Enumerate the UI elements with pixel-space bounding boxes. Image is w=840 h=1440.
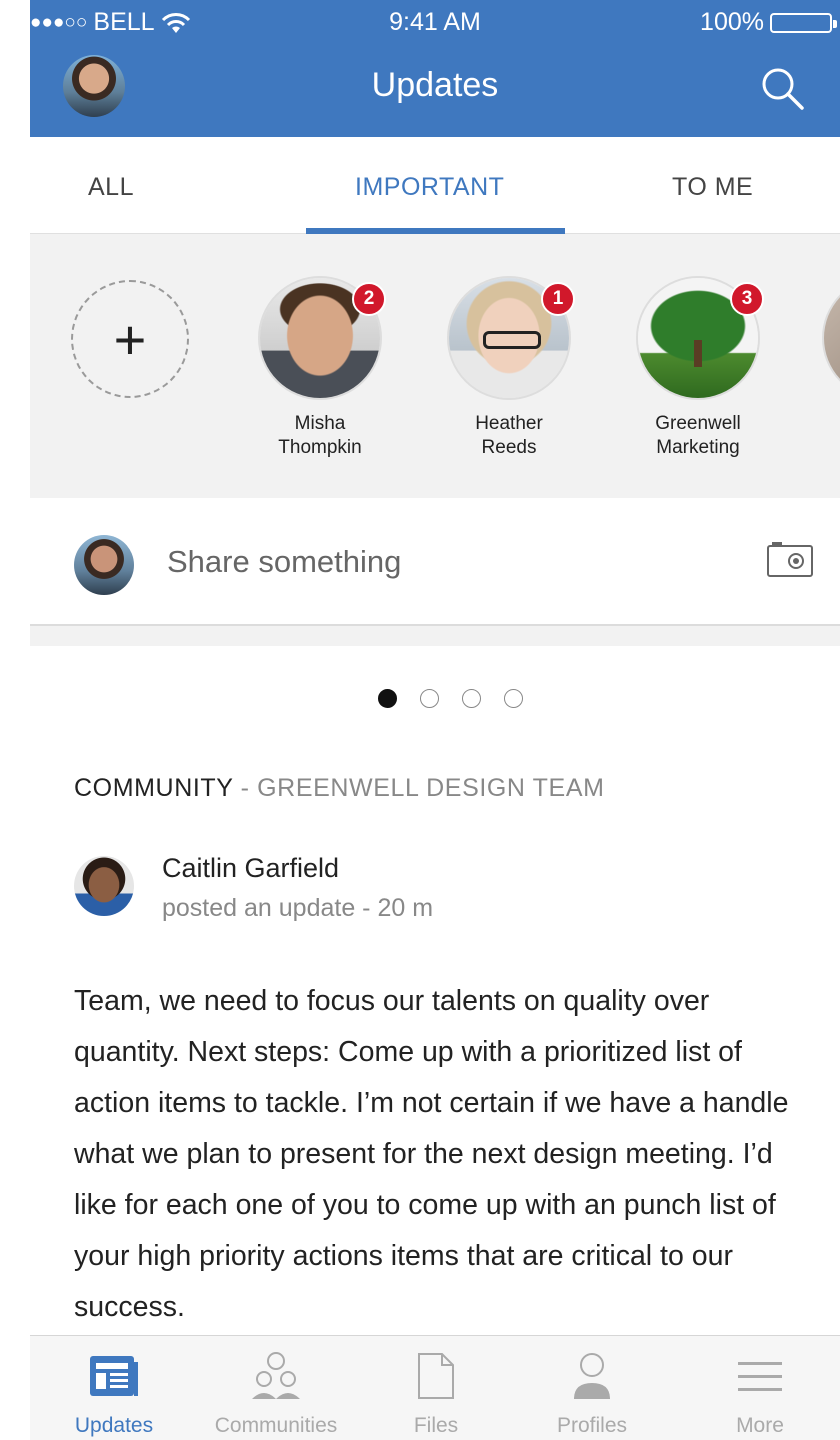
post-body: Team, we need to focus our talents on qu…: [74, 985, 789, 1323]
story-avatar: 2: [258, 276, 386, 400]
story-avatar: 3: [636, 276, 764, 400]
nav-label: Profiles: [556, 1414, 628, 1437]
story-name: Greenwell Marketing: [633, 412, 763, 460]
story-partial[interactable]: [822, 276, 840, 400]
story-name-line1: Heather: [475, 413, 543, 434]
story-name-line1: Greenwell: [655, 413, 741, 434]
search-icon[interactable]: [758, 64, 806, 112]
nav-updates[interactable]: Updates: [39, 1350, 189, 1438]
tab-to-me[interactable]: TO ME: [672, 173, 753, 202]
page-dot[interactable]: [461, 689, 481, 708]
battery-status: 100%: [700, 8, 837, 37]
tab-important[interactable]: IMPORTANT: [355, 173, 504, 202]
unread-badge: 2: [352, 282, 386, 316]
author-name[interactable]: Caitlin Garfield: [162, 853, 339, 884]
story-name: Heather Reeds: [444, 412, 574, 460]
add-story-button[interactable]: +: [71, 280, 189, 398]
story-name-line2: Reeds: [481, 437, 537, 458]
post-meta: posted an update - 20 m: [162, 894, 434, 922]
unread-badge: 1: [541, 282, 575, 316]
story-name: Misha Thompkin: [255, 412, 385, 460]
unread-badge: 3: [730, 282, 764, 316]
tab-all[interactable]: ALL: [88, 173, 134, 202]
battery-percent: 100%: [700, 8, 764, 36]
communities-icon: [252, 1352, 300, 1399]
nav-communities[interactable]: Communities: [201, 1350, 351, 1438]
story-misha-thompkin[interactable]: 2 Misha Thompkin: [255, 276, 386, 460]
story-greenwell-marketing[interactable]: 3 Greenwell Marketing: [633, 276, 764, 460]
page-indicator: [30, 689, 840, 708]
community-name: GREENWELL DESIGN TEAM: [257, 774, 605, 802]
nav-label: Communities: [214, 1414, 338, 1437]
author-avatar[interactable]: [74, 856, 134, 916]
label-separator: -: [233, 774, 258, 802]
bottom-navigation: Updates Communities Files Profiles More: [30, 1335, 840, 1440]
page-dot-active[interactable]: [377, 689, 397, 708]
battery-icon: [770, 12, 837, 33]
profile-icon: [574, 1353, 610, 1399]
nav-files[interactable]: Files: [361, 1350, 511, 1438]
nav-label: Files: [413, 1414, 459, 1437]
status-bar: ●●●○○ BELL 9:41 AM 100%: [30, 0, 840, 44]
story-heather-reeds[interactable]: 1 Heather Reeds: [444, 276, 575, 460]
share-input[interactable]: Share something: [167, 544, 401, 580]
story-name-line1: Misha: [294, 413, 346, 434]
story-strip: + 2 Misha Thompkin 1 Heather Reeds 3 Gre…: [30, 234, 840, 498]
camera-icon[interactable]: [766, 540, 814, 578]
nav-label: More: [736, 1414, 784, 1437]
file-icon: [418, 1353, 454, 1399]
nav-label: Updates: [74, 1414, 154, 1437]
left-margin: [0, 0, 30, 1440]
app-screen: ●●●○○ BELL 9:41 AM 100% Updates ALL IMPO…: [30, 0, 840, 1440]
story-name-line2: Thompkin: [278, 437, 362, 458]
composer-avatar: [74, 535, 134, 595]
updates-icon: [90, 1356, 138, 1396]
nav-profiles[interactable]: Profiles: [517, 1350, 667, 1438]
filter-tabs: ALL IMPORTANT TO ME: [30, 137, 840, 234]
story-avatar: 1: [447, 276, 575, 400]
section-divider: [30, 626, 840, 646]
page-dot[interactable]: [419, 689, 439, 708]
page-title: Updates: [371, 66, 499, 104]
share-composer[interactable]: Share something: [30, 498, 840, 626]
nav-more[interactable]: More: [685, 1350, 835, 1438]
post-source-kind: COMMUNITY: [74, 774, 234, 802]
page-dot[interactable]: [503, 689, 523, 708]
story-name-line2: Marketing: [656, 437, 740, 458]
menu-icon: [738, 1362, 782, 1391]
top-bar: ●●●○○ BELL 9:41 AM 100% Updates: [30, 0, 840, 137]
community-label[interactable]: COMMUNITY - GREENWELL DESIGN TEAM: [74, 774, 605, 803]
